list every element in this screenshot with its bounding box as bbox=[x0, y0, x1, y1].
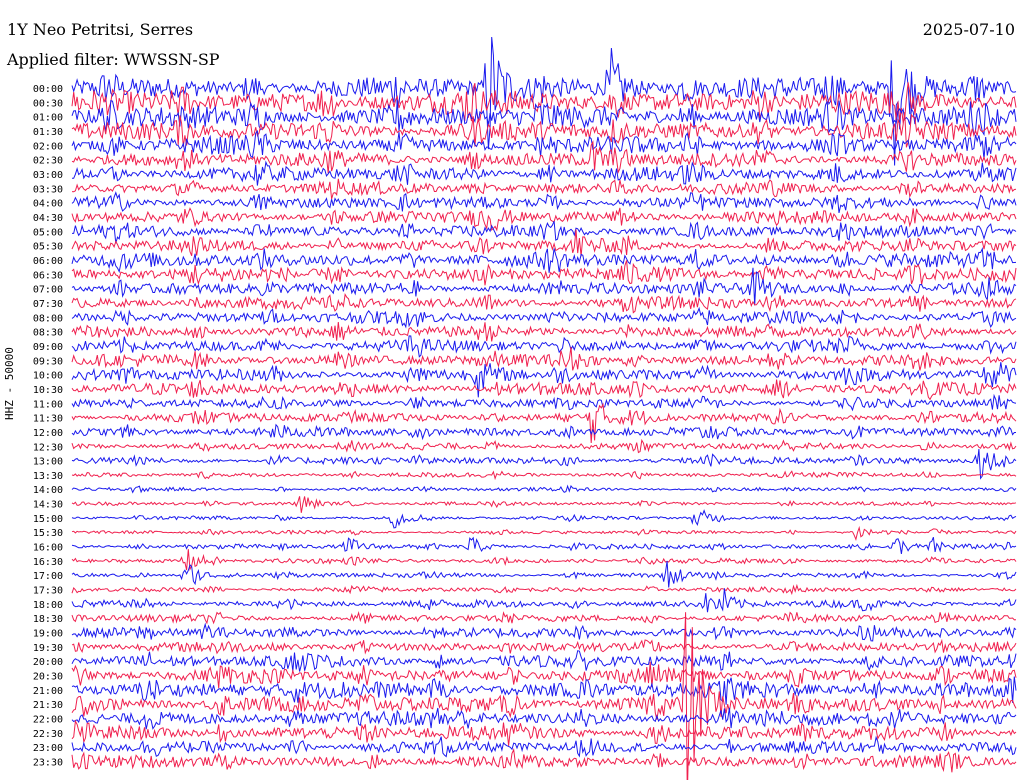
time-label-0430: 04:30 bbox=[33, 213, 63, 224]
time-label-1400: 14:00 bbox=[33, 485, 63, 496]
trace-row-1830 bbox=[71, 611, 1017, 625]
trace-row-0730 bbox=[71, 293, 1017, 314]
trace-row-0300 bbox=[72, 160, 1017, 186]
time-label-0330: 03:30 bbox=[33, 184, 63, 195]
trace-row-1030 bbox=[71, 379, 1017, 401]
time-label-2330: 23:30 bbox=[33, 758, 63, 769]
time-label-0630: 06:30 bbox=[33, 270, 63, 281]
trace-row-0800 bbox=[71, 306, 1017, 329]
trace-row-1430 bbox=[71, 496, 1017, 513]
time-label-0300: 03:00 bbox=[33, 170, 63, 181]
trace-row-1900 bbox=[71, 622, 1017, 642]
time-label-1530: 15:30 bbox=[33, 528, 63, 539]
time-label-2300: 23:00 bbox=[33, 743, 63, 754]
trace-row-0900 bbox=[71, 335, 1017, 358]
trace-row-1230 bbox=[71, 438, 1017, 454]
time-label-1200: 12:00 bbox=[33, 428, 63, 439]
trace-row-0400 bbox=[71, 191, 1017, 214]
trace-row-1400 bbox=[71, 484, 1017, 494]
trace-row-2300 bbox=[71, 735, 1017, 758]
time-label-2230: 22:30 bbox=[33, 729, 63, 740]
trace-row-1530 bbox=[71, 525, 1017, 542]
trace-row-1730 bbox=[71, 583, 1017, 596]
trace-row-1330 bbox=[71, 470, 1017, 481]
time-label-0130: 01:30 bbox=[33, 127, 63, 138]
trace-row-1600 bbox=[71, 536, 1017, 554]
time-label-0200: 02:00 bbox=[33, 141, 63, 152]
trace-row-0830 bbox=[71, 321, 1017, 342]
trace-row-1200 bbox=[71, 423, 1016, 441]
time-label-1230: 12:30 bbox=[33, 442, 63, 453]
time-label-1600: 16:00 bbox=[33, 543, 63, 554]
time-label-0500: 05:00 bbox=[33, 227, 63, 238]
time-label-1500: 15:00 bbox=[33, 514, 63, 525]
time-label-2100: 21:00 bbox=[33, 686, 63, 697]
time-label-2030: 20:30 bbox=[33, 672, 63, 683]
trace-row-1930 bbox=[71, 638, 1017, 655]
time-label-1030: 10:30 bbox=[33, 385, 63, 396]
time-label-0700: 07:00 bbox=[33, 285, 63, 296]
trace-row-0430 bbox=[71, 207, 1017, 232]
time-label-group: 00:00 00:30 01:00 01:30 02:00 02:30 03:00 03:30… bbox=[33, 84, 63, 769]
time-label-0600: 06:00 bbox=[33, 256, 63, 267]
trace-row-1100 bbox=[71, 393, 1017, 412]
trace-row-0130 bbox=[71, 111, 1017, 148]
time-label-1800: 18:00 bbox=[33, 600, 63, 611]
trace-row-0330 bbox=[71, 178, 1017, 200]
time-label-0400: 04:00 bbox=[33, 199, 63, 210]
time-label-0030: 00:30 bbox=[33, 98, 63, 109]
time-label-1830: 18:30 bbox=[33, 614, 63, 625]
time-label-1730: 17:30 bbox=[33, 586, 63, 597]
trace-row-0530 bbox=[71, 229, 1017, 257]
trace-group bbox=[71, 36, 1017, 780]
time-label-1700: 17:00 bbox=[33, 571, 63, 582]
time-label-1430: 14:30 bbox=[33, 500, 63, 511]
time-label-0230: 02:30 bbox=[33, 156, 63, 167]
time-label-0930: 09:30 bbox=[33, 356, 63, 367]
time-label-1900: 19:00 bbox=[33, 629, 63, 640]
time-label-1930: 19:30 bbox=[33, 643, 63, 654]
trace-row-1630 bbox=[71, 549, 1017, 572]
time-label-0900: 09:00 bbox=[33, 342, 63, 353]
trace-row-2200 bbox=[71, 707, 1017, 730]
time-label-2130: 21:30 bbox=[33, 700, 63, 711]
trace-row-0600 bbox=[71, 247, 1017, 274]
time-label-1000: 10:00 bbox=[33, 371, 63, 382]
time-label-2200: 22:00 bbox=[33, 715, 63, 726]
time-label-0730: 07:30 bbox=[33, 299, 63, 310]
time-label-0830: 08:30 bbox=[33, 328, 63, 339]
time-label-0800: 08:00 bbox=[33, 313, 63, 324]
trace-row-1130 bbox=[71, 402, 1017, 444]
time-label-2000: 20:00 bbox=[33, 657, 63, 668]
time-label-0000: 00:00 bbox=[33, 84, 63, 95]
trace-row-1500 bbox=[71, 509, 1017, 529]
time-label-0100: 01:00 bbox=[33, 113, 63, 124]
trace-row-0500 bbox=[72, 221, 1017, 244]
time-label-1330: 13:30 bbox=[33, 471, 63, 482]
time-label-1100: 11:00 bbox=[33, 399, 63, 410]
trace-row-0630 bbox=[71, 260, 1017, 286]
trace-row-2230 bbox=[71, 719, 1017, 746]
time-label-0530: 05:30 bbox=[33, 242, 63, 253]
helicorder-plot: 00:00 00:30 01:00 01:30 02:00 02:30 03:00 03:30… bbox=[33, 36, 1017, 780]
time-label-1630: 16:30 bbox=[33, 557, 63, 568]
trace-row-2000 bbox=[71, 650, 1017, 672]
time-label-1130: 11:30 bbox=[33, 414, 63, 425]
time-label-1300: 13:00 bbox=[33, 457, 63, 468]
